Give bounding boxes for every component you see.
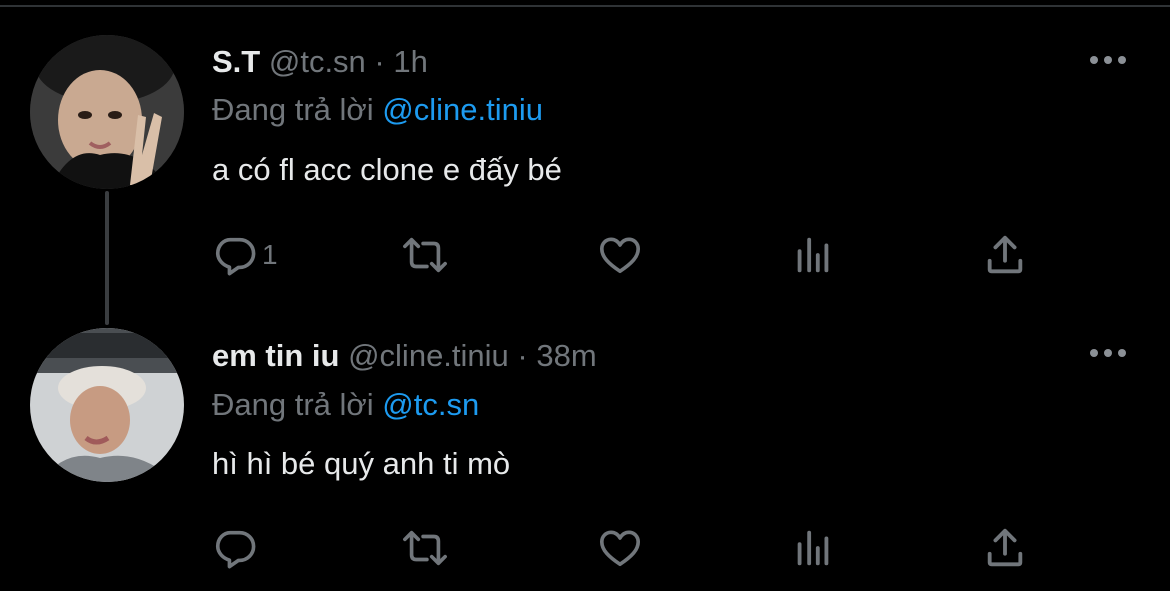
- retweet-icon: [403, 237, 447, 273]
- like-button[interactable]: [597, 525, 643, 571]
- timestamp[interactable]: 38m: [536, 338, 596, 373]
- more-dots-icon[interactable]: [1090, 343, 1130, 363]
- timestamp[interactable]: 1h: [393, 44, 427, 79]
- retweet-button[interactable]: [402, 525, 448, 571]
- separator: ·: [517, 338, 528, 373]
- reply-icon: [215, 237, 256, 276]
- display-name[interactable]: em tin iu: [212, 338, 339, 373]
- more-dots-icon[interactable]: [1090, 50, 1130, 70]
- reply-icon: [215, 530, 256, 569]
- tweet-header: em tin iu @cline.tiniu · 38m: [212, 338, 597, 374]
- tweet-text: a có fl acc clone e đấy bé: [212, 152, 562, 187]
- avatar[interactable]: [30, 35, 184, 189]
- share-button[interactable]: [982, 232, 1028, 278]
- mention-link[interactable]: @tc.sn: [382, 387, 479, 422]
- avatar-photo: [30, 328, 184, 482]
- display-name[interactable]: S.T: [212, 44, 260, 79]
- mention-link[interactable]: @cline.tiniu: [382, 92, 543, 127]
- avatar[interactable]: [30, 328, 184, 482]
- avatar-photo: [30, 35, 184, 189]
- reply-count: 1: [262, 239, 278, 270]
- share-button[interactable]: [982, 525, 1028, 571]
- replying-prefix: Đang trả lời: [212, 387, 374, 422]
- replying-to: Đang trả lời @cline.tiniu: [212, 92, 543, 128]
- share-icon: [987, 528, 1023, 567]
- analytics-button[interactable]: [790, 525, 836, 571]
- heart-icon: [599, 237, 641, 274]
- heart-icon: [599, 530, 641, 567]
- analytics-icon: [797, 237, 829, 273]
- analytics-icon: [797, 530, 829, 566]
- replying-to: Đang trả lời @tc.sn: [212, 387, 479, 423]
- handle[interactable]: @tc.sn: [269, 44, 366, 79]
- tweet-text: hì hì bé quý anh ti mò: [212, 446, 511, 481]
- action-bar: [212, 525, 1062, 571]
- share-icon: [987, 235, 1023, 274]
- tweet-header: S.T @tc.sn · 1h: [212, 44, 428, 80]
- separator: ·: [374, 44, 385, 79]
- reply-button[interactable]: 1: [212, 232, 278, 278]
- like-button[interactable]: [597, 232, 643, 278]
- reply-button[interactable]: [212, 525, 262, 571]
- tweet[interactable]: em tin iu @cline.tiniu · 38m Đang trả lờ…: [0, 295, 1170, 585]
- handle[interactable]: @cline.tiniu: [348, 338, 509, 373]
- analytics-button[interactable]: [790, 232, 836, 278]
- tweet[interactable]: S.T @tc.sn · 1h Đang trả lời @cline.tini…: [0, 0, 1170, 290]
- replying-prefix: Đang trả lời: [212, 92, 374, 127]
- action-bar: 1: [212, 232, 1062, 278]
- retweet-button[interactable]: [402, 232, 448, 278]
- retweet-icon: [403, 530, 447, 566]
